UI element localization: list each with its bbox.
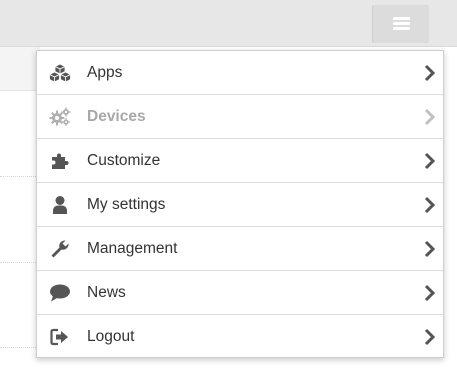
menu-item-label: Apps <box>87 64 123 81</box>
hamburger-icon <box>393 17 410 31</box>
top-bar <box>0 0 457 47</box>
sign-out-icon <box>49 326 71 348</box>
menu-item-logout[interactable]: Logout <box>37 315 443 359</box>
background-panel-header <box>0 47 40 91</box>
chevron-right-icon <box>424 284 436 302</box>
menu-item-devices: Devices <box>37 95 443 139</box>
chevron-right-icon <box>424 328 436 346</box>
menu-item-apps[interactable]: Apps <box>37 51 443 95</box>
chevron-right-icon <box>424 64 436 82</box>
menu-item-label: Customize <box>87 152 161 169</box>
menu-item-label: Management <box>87 240 178 257</box>
background-divider <box>0 347 40 348</box>
menu-item-news[interactable]: News <box>37 271 443 315</box>
main-menu-button[interactable] <box>372 5 429 43</box>
background-divider <box>0 262 40 263</box>
wrench-icon <box>49 238 71 260</box>
menu-item-label: Devices <box>87 108 146 125</box>
user-icon <box>49 194 71 216</box>
cubes-icon <box>49 62 71 84</box>
chevron-right-icon <box>424 152 436 170</box>
menu-item-label: News <box>87 284 126 301</box>
chevron-right-icon <box>424 108 436 126</box>
gears-icon <box>49 106 71 128</box>
menu-item-customize[interactable]: Customize <box>37 139 443 183</box>
background-divider <box>0 176 40 177</box>
menu-item-label: Logout <box>87 328 135 345</box>
speech-bubble-icon <box>49 282 71 304</box>
main-menu-dropdown: Apps Devices Customize My settings Manag… <box>36 50 444 358</box>
menu-item-my-settings[interactable]: My settings <box>37 183 443 227</box>
menu-item-label: My settings <box>87 196 166 213</box>
chevron-right-icon <box>424 196 436 214</box>
puzzle-icon <box>49 150 71 172</box>
chevron-right-icon <box>424 240 436 258</box>
menu-item-management[interactable]: Management <box>37 227 443 271</box>
